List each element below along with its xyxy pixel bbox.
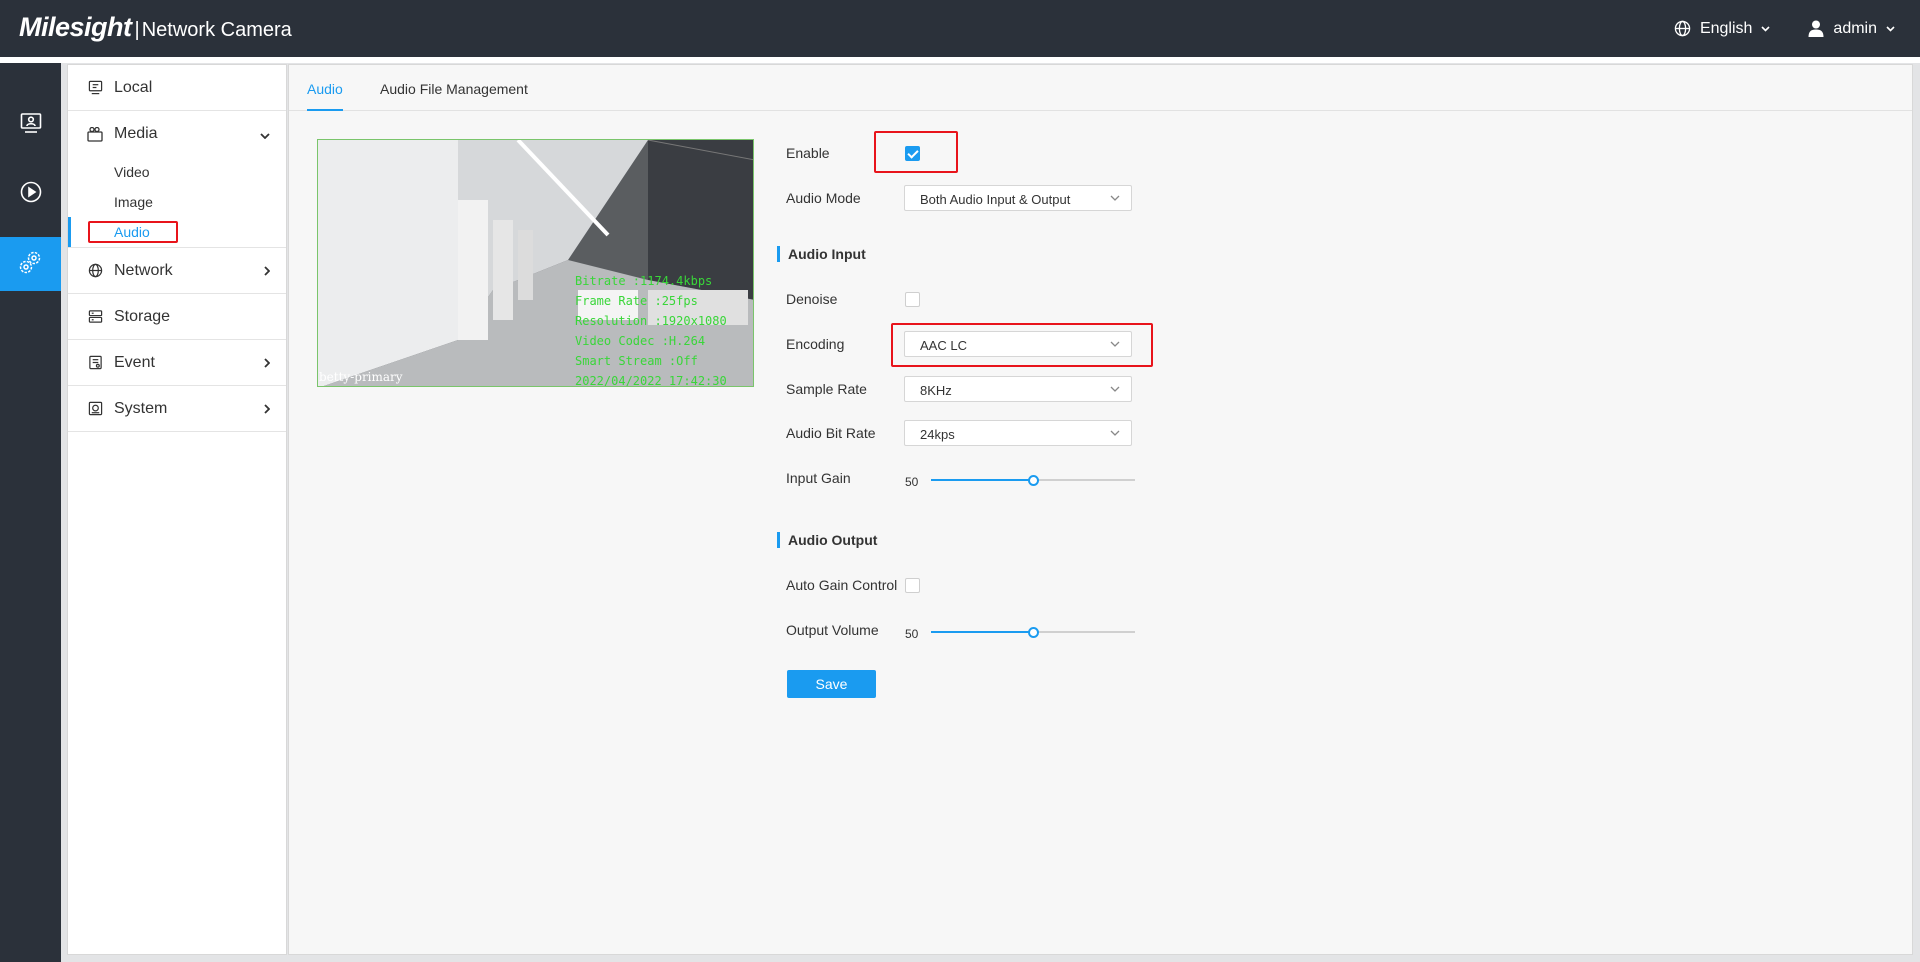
audio-input-section-title: Audio Input (777, 246, 866, 262)
denoise-checkbox[interactable] (905, 292, 920, 307)
sidebar-item-label: Storage (114, 307, 171, 325)
encoding-value: AAC LC (920, 338, 967, 353)
content-panel: Audio Audio File Management Bitrate :117… (288, 64, 1913, 955)
sidebar-item-local[interactable]: Local (68, 65, 286, 111)
header-divider (0, 57, 1920, 63)
input-gain-label: Input Gain (786, 470, 851, 486)
encoding-select[interactable]: AAC LC (904, 331, 1132, 357)
sidebar-item-event[interactable]: Event (68, 340, 286, 386)
language-selector[interactable]: English (1674, 20, 1770, 38)
sidebar-subitem-label: Image (114, 194, 153, 210)
audio-mode-value: Both Audio Input & Output (920, 192, 1071, 207)
chevron-down-icon (1110, 386, 1120, 392)
tab-bar: Audio Audio File Management (289, 65, 1912, 111)
osd-line: Bitrate :1174.4kbps (575, 274, 713, 288)
rail-live-view-button[interactable] (0, 97, 61, 151)
sidebar-item-system[interactable]: System (68, 386, 286, 432)
chevron-down-icon (1110, 195, 1120, 201)
main-nav-rail (0, 63, 61, 962)
event-icon (87, 355, 103, 371)
brand-separator: | (134, 19, 140, 41)
user-name: admin (1833, 19, 1877, 37)
brand: Milesight | Network Camera (19, 12, 292, 43)
slider-thumb[interactable] (1028, 627, 1039, 638)
product-name: Network Camera (141, 19, 292, 41)
osd-line: Resolution :1920x1080 (575, 314, 727, 328)
chevron-down-icon (1886, 25, 1895, 32)
settings-icon (17, 249, 45, 280)
user-menu[interactable]: admin (1808, 20, 1895, 38)
auto-gain-checkbox[interactable] (905, 578, 920, 593)
sidebar-item-label: System (114, 399, 168, 417)
input-gain-slider[interactable] (931, 475, 1135, 486)
sidebar-subitem-audio[interactable]: Audio (68, 217, 286, 248)
audio-bit-rate-select[interactable]: 24kps (904, 420, 1132, 446)
output-volume-label: Output Volume (786, 622, 879, 638)
sidebar-item-media[interactable]: Media (68, 111, 286, 157)
media-icon (87, 126, 103, 142)
top-bar: Milesight | Network Camera English admin (0, 0, 1920, 57)
sidebar-subitem-video[interactable]: Video (68, 157, 286, 187)
storage-icon (87, 309, 103, 325)
sidebar-subitem-label: Audio (114, 224, 150, 240)
enable-checkbox[interactable] (905, 146, 920, 161)
chevron-right-icon (264, 263, 271, 279)
tab-audio-file-management[interactable]: Audio File Management (380, 81, 528, 111)
audio-bit-rate-value: 24kps (920, 427, 955, 442)
sidebar-item-label: Event (114, 353, 155, 371)
enable-label: Enable (786, 145, 830, 161)
header-actions: English admin (1674, 0, 1895, 57)
denoise-label: Denoise (786, 291, 838, 307)
sidebar-item-storage[interactable]: Storage (68, 294, 286, 340)
osd-line: Frame Rate :25fps (575, 294, 698, 308)
save-button[interactable]: Save (787, 670, 876, 698)
osd-line: 2022/04/2022 17:42:30 (575, 374, 727, 387)
sidebar-item-label: Network (114, 261, 173, 279)
audio-output-section-title: Audio Output (777, 532, 877, 548)
chevron-down-icon (1110, 341, 1120, 347)
sidebar-item-label: Media (114, 125, 158, 142)
live-view-icon (19, 111, 43, 138)
sidebar-subitem-image[interactable]: Image (68, 187, 286, 217)
osd-line: Smart Stream :Off (575, 354, 698, 368)
slider-fill (931, 631, 1033, 633)
slider-fill (931, 479, 1033, 481)
chevron-down-icon (1110, 430, 1120, 436)
language-label: English (1699, 19, 1753, 37)
chevron-down-icon (260, 126, 270, 142)
sidebar-item-network[interactable]: Network (68, 248, 286, 294)
tab-audio[interactable]: Audio (307, 81, 343, 111)
chevron-down-icon (1761, 25, 1770, 32)
sidebar-subitem-label: Video (114, 164, 150, 180)
system-icon (87, 401, 103, 417)
osd-line: Video Codec :H.264 (575, 334, 706, 348)
slider-thumb[interactable] (1028, 475, 1039, 486)
encoding-label: Encoding (786, 336, 845, 352)
globe-icon (1674, 20, 1691, 37)
video-preview: Bitrate :1174.4kbps Frame Rate :25fps Re… (317, 139, 754, 387)
local-icon (87, 80, 103, 96)
audio-bit-rate-label: Audio Bit Rate (786, 425, 876, 441)
audio-mode-label: Audio Mode (786, 190, 861, 206)
sample-rate-label: Sample Rate (786, 381, 867, 397)
input-gain-value: 50 (905, 475, 919, 489)
rail-settings-button[interactable] (0, 237, 61, 291)
rail-playback-button[interactable] (0, 166, 61, 220)
settings-sidebar: Local Media Video Image Audio Network St… (67, 64, 287, 955)
audio-mode-select[interactable]: Both Audio Input & Output (904, 185, 1132, 211)
output-volume-value: 50 (905, 627, 919, 641)
sample-rate-value: 8KHz (920, 383, 952, 398)
auto-gain-label: Auto Gain Control (786, 577, 898, 593)
user-icon (1808, 20, 1824, 37)
brand-logo: Milesight (19, 12, 132, 42)
osd-overlay: Bitrate :1174.4kbps Frame Rate :25fps Re… (575, 271, 727, 387)
network-icon (87, 263, 103, 279)
output-volume-slider[interactable] (931, 627, 1135, 638)
osd-channel-name: betty-primary (319, 370, 403, 384)
sidebar-item-label: Local (114, 78, 153, 96)
sample-rate-select[interactable]: 8KHz (904, 376, 1132, 402)
chevron-right-icon (264, 355, 271, 371)
chevron-right-icon (264, 401, 271, 417)
playback-icon (19, 180, 43, 207)
